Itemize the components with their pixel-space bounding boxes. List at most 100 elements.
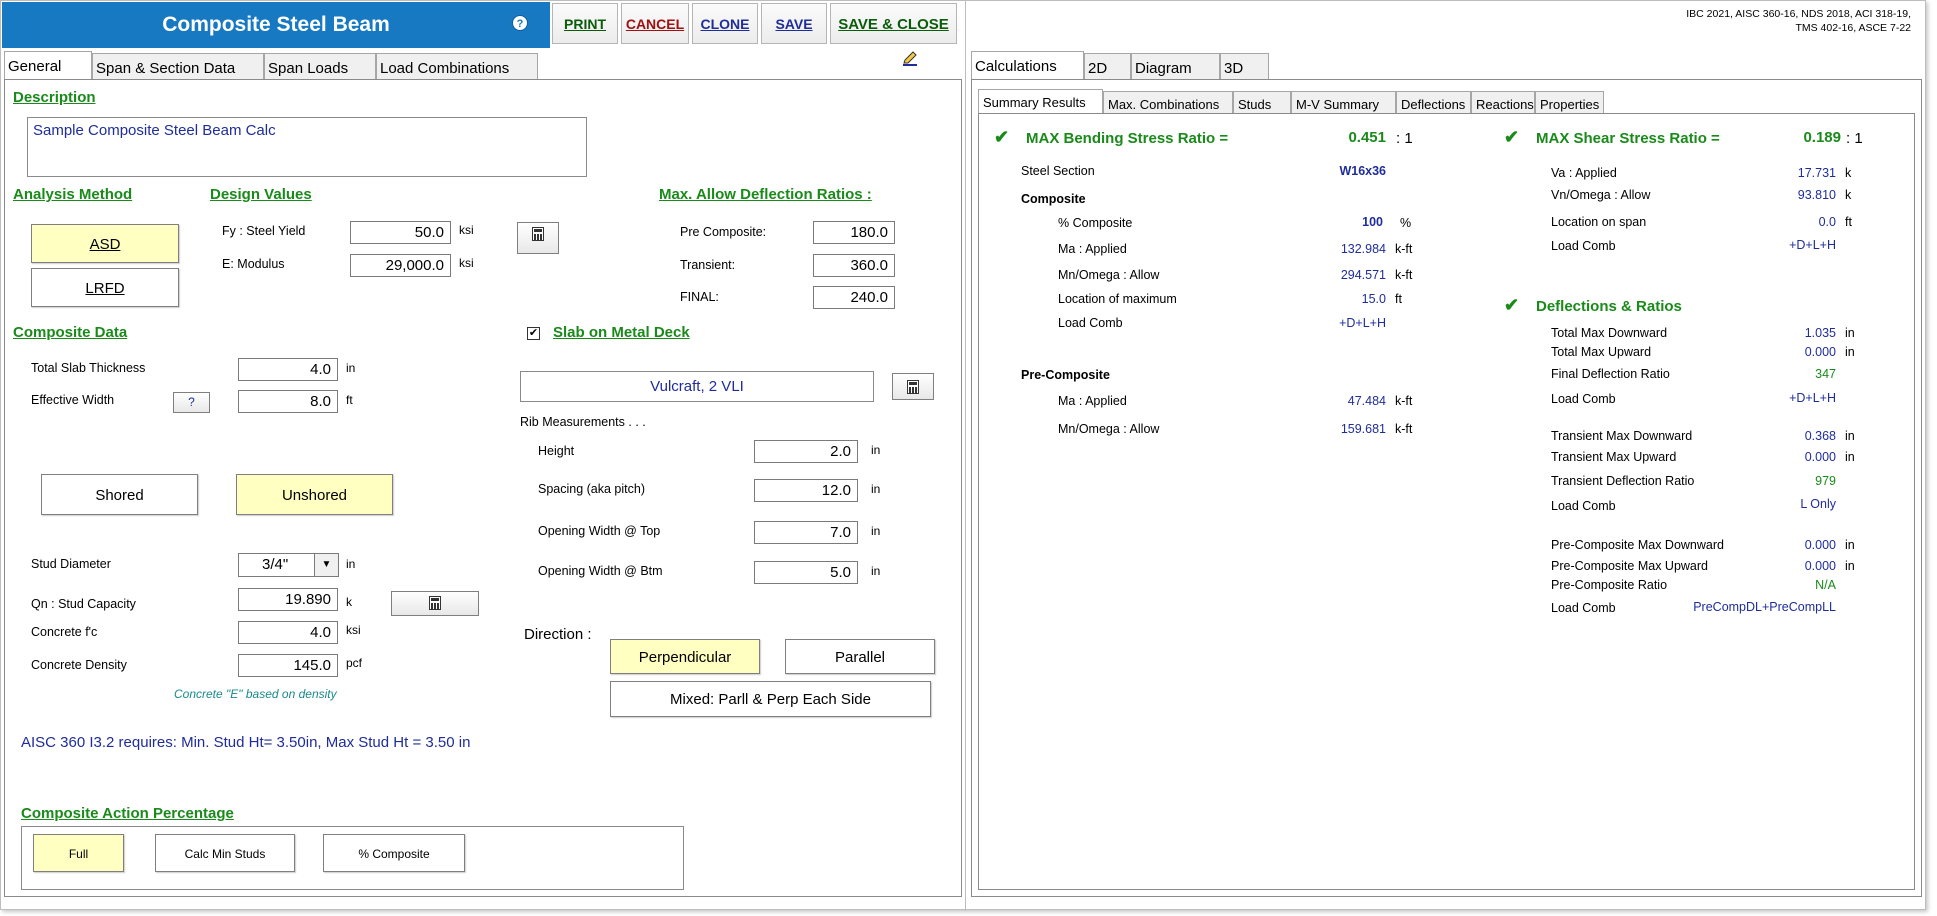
lrfd-button[interactable]: LRFD [31, 268, 179, 307]
density-input[interactable]: 145.0 [238, 654, 338, 677]
pencil-edit-icon[interactable] [902, 50, 918, 66]
tab-span-loads[interactable]: Span Loads [264, 53, 376, 80]
mn-label: Mn/Omega : Allow [1058, 268, 1160, 282]
asd-button[interactable]: ASD [31, 224, 179, 263]
subtab-studs[interactable]: Studs [1233, 91, 1291, 114]
rib-measurements-header: Rib Measurements . . . [520, 415, 646, 429]
cancel-button[interactable]: CANCEL [621, 3, 689, 44]
shear-ratio-value: 0.189 [1803, 129, 1841, 146]
tr-down-value: 0.368 [1804, 429, 1836, 443]
shear-comb-label: Load Comb [1551, 239, 1616, 253]
slab-thickness-label: Total Slab Thickness [31, 361, 146, 375]
percent-composite-button[interactable]: % Composite [323, 834, 465, 872]
save-close-button[interactable]: SAVE & CLOSE [830, 3, 957, 44]
direction-label: Direction : [524, 626, 592, 643]
rib-spacing-label: Spacing (aka pitch) [538, 482, 646, 496]
fc-input[interactable]: 4.0 [238, 621, 338, 644]
subtab-properties[interactable]: Properties [1535, 91, 1604, 114]
tot-down-unit: in [1845, 326, 1855, 340]
deflection-ratios-header: Max. Allow Deflection Ratios : [659, 186, 872, 203]
pc-comb-label: Load Comb [1551, 601, 1616, 615]
effective-width-help-button[interactable]: ? [173, 392, 210, 413]
tab-span-section-data[interactable]: Span & Section Data [92, 53, 264, 80]
calculator-icon [907, 380, 919, 394]
subtab-mv-summary[interactable]: M-V Summary [1291, 91, 1396, 114]
tr-comb-value: L Only [1800, 497, 1836, 511]
loc-max-unit: ft [1395, 292, 1402, 306]
calc-min-studs-button[interactable]: Calc Min Studs [155, 834, 295, 872]
aisc-requirement-note: AISC 360 I3.2 requires: Min. Stud Ht= 3.… [21, 734, 471, 751]
clone-button[interactable]: CLONE [692, 3, 758, 44]
question-circle-icon[interactable]: ? [512, 15, 528, 31]
load-comb-label: Load Comb [1058, 316, 1123, 330]
effective-width-label: Effective Width [31, 393, 115, 407]
load-comb-value: +D+L+H [1339, 316, 1386, 330]
stud-diameter-value: 3/4" [262, 556, 289, 573]
shear-ratio-header: MAX Shear Stress Ratio = [1536, 130, 1720, 147]
tab-diagram[interactable]: Diagram [1131, 53, 1220, 80]
tr-ratio-label: Transient Deflection Ratio [1551, 474, 1695, 488]
opening-top-input[interactable]: 7.0 [754, 521, 858, 544]
design-calculator-button[interactable] [517, 222, 559, 254]
tab-3d[interactable]: 3D [1220, 53, 1269, 80]
tr-down-unit: in [1845, 429, 1855, 443]
unshored-button[interactable]: Unshored [236, 474, 393, 515]
tab-general[interactable]: General [4, 51, 92, 80]
loc-span-value: 0.0 [1818, 215, 1836, 229]
qn-input[interactable]: 19.890 [238, 588, 338, 611]
stud-diameter-select[interactable]: 3/4" ▼ [238, 553, 339, 577]
parallel-button[interactable]: Parallel [785, 639, 935, 674]
mn-value: 294.571 [1340, 268, 1386, 282]
slab-checkbox[interactable]: ✔ [527, 327, 540, 340]
design-values-header: Design Values [210, 186, 312, 203]
code-references: IBC 2021, AISC 360-16, NDS 2018, ACI 318… [1686, 7, 1911, 35]
rib-spacing-input[interactable]: 12.0 [754, 479, 858, 502]
mixed-direction-button[interactable]: Mixed: Parll & Perp Each Side [610, 681, 931, 717]
fc-label: Concrete f'c [31, 625, 98, 639]
full-composite-button[interactable]: Full [33, 834, 124, 872]
transient-input[interactable]: 360.0 [813, 254, 895, 277]
final-input[interactable]: 240.0 [813, 286, 895, 309]
calculator-icon [429, 596, 441, 610]
pct-composite-label: % Composite [1058, 216, 1133, 230]
slab-on-metal-deck-header[interactable]: Slab on Metal Deck [553, 324, 690, 341]
subtab-summary-results[interactable]: Summary Results [978, 89, 1103, 114]
tab-calculations[interactable]: Calculations [971, 51, 1084, 80]
fc-unit: ksi [346, 623, 361, 637]
effective-width-input[interactable]: 8.0 [238, 390, 338, 413]
shear-ratio-suffix: : 1 [1846, 130, 1863, 147]
bending-check-icon: ✔ [994, 127, 1010, 147]
description-input[interactable]: Sample Composite Steel Beam Calc [27, 117, 587, 177]
composite-subheader: Composite [1021, 192, 1086, 206]
pre-composite-input[interactable]: 180.0 [813, 221, 895, 244]
va-label: Va : Applied [1551, 166, 1617, 180]
chevron-down-icon[interactable]: ▼ [314, 554, 338, 576]
opening-btm-input[interactable]: 5.0 [754, 561, 858, 584]
calculator-icon [532, 227, 544, 241]
rib-height-input[interactable]: 2.0 [754, 440, 858, 463]
subtab-deflections[interactable]: Deflections [1396, 91, 1471, 114]
slab-thickness-input[interactable]: 4.0 [238, 358, 338, 381]
print-button[interactable]: PRINT [552, 3, 618, 44]
subtab-reactions[interactable]: Reactions [1471, 91, 1535, 114]
bending-ratio-header: MAX Bending Stress Ratio = [1026, 130, 1229, 147]
shored-button[interactable]: Shored [41, 474, 198, 515]
save-button[interactable]: SAVE [761, 3, 827, 44]
subtab-max-combinations[interactable]: Max. Combinations [1103, 91, 1233, 114]
deflections-header: Deflections & Ratios [1536, 298, 1682, 315]
tab-load-combinations[interactable]: Load Combinations [376, 53, 538, 80]
rib-height-unit: in [871, 443, 881, 457]
fy-input[interactable]: 50.0 [350, 221, 451, 244]
tot-up-value: 0.000 [1804, 345, 1836, 359]
stud-calculator-button[interactable] [391, 591, 479, 616]
tot-down-value: 1.035 [1804, 326, 1836, 340]
va-value: 17.731 [1797, 166, 1836, 180]
fy-unit: ksi [459, 223, 474, 237]
perpendicular-button[interactable]: Perpendicular [610, 639, 760, 674]
pc-up-unit: in [1845, 559, 1855, 573]
tab-2d[interactable]: 2D [1084, 53, 1131, 80]
va-unit: k [1845, 166, 1852, 180]
deck-type-field[interactable]: Vulcraft, 2 VLI [520, 371, 874, 402]
deck-calculator-button[interactable] [892, 373, 934, 400]
e-input[interactable]: 29,000.0 [350, 254, 451, 277]
